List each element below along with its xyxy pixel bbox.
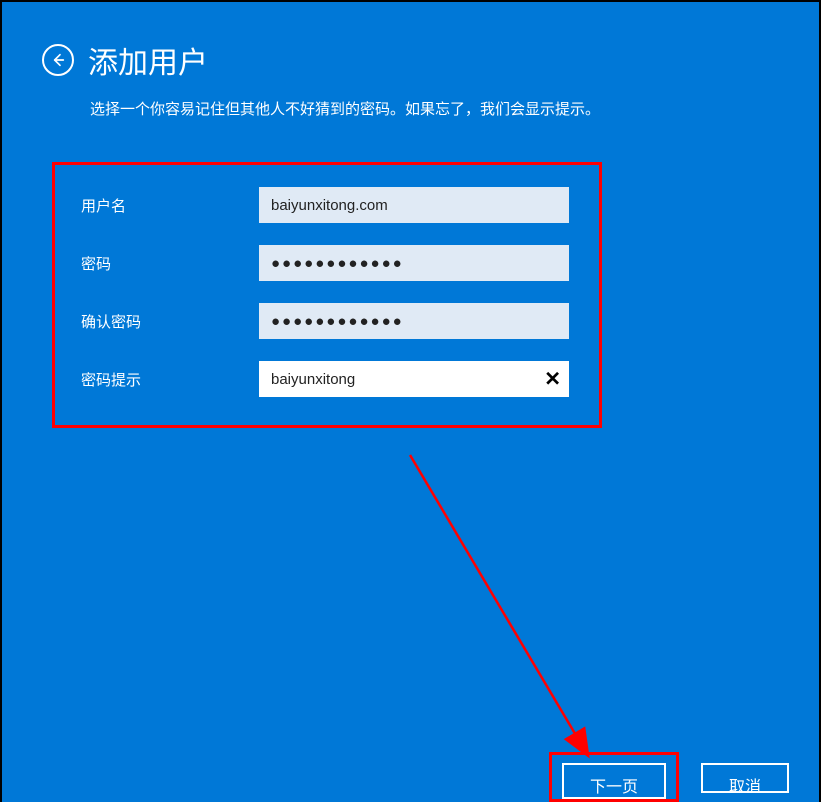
username-label: 用户名: [81, 195, 259, 216]
annotation-arrow: [402, 447, 652, 787]
password-input[interactable]: [259, 245, 569, 281]
confirm-password-input[interactable]: [259, 303, 569, 339]
back-button[interactable]: [42, 44, 74, 76]
username-input[interactable]: [259, 187, 569, 223]
arrow-left-icon: [50, 52, 66, 68]
page-subtitle: 选择一个你容易记住但其他人不好猜到的密码。如果忘了，我们会显示提示。: [2, 92, 819, 122]
password-label: 密码: [81, 253, 259, 274]
next-button-highlight: 下一页: [549, 752, 679, 802]
confirm-password-label: 确认密码: [81, 311, 259, 332]
form-highlight-box: 用户名 密码 确认密码 密码提示 ✕: [52, 162, 602, 428]
cancel-button[interactable]: 取消: [701, 763, 789, 793]
page-title: 添加用户: [88, 38, 208, 82]
password-hint-label: 密码提示: [81, 369, 259, 390]
password-hint-input[interactable]: [259, 361, 569, 397]
next-button[interactable]: 下一页: [562, 763, 666, 799]
clear-icon[interactable]: ✕: [544, 367, 561, 392]
